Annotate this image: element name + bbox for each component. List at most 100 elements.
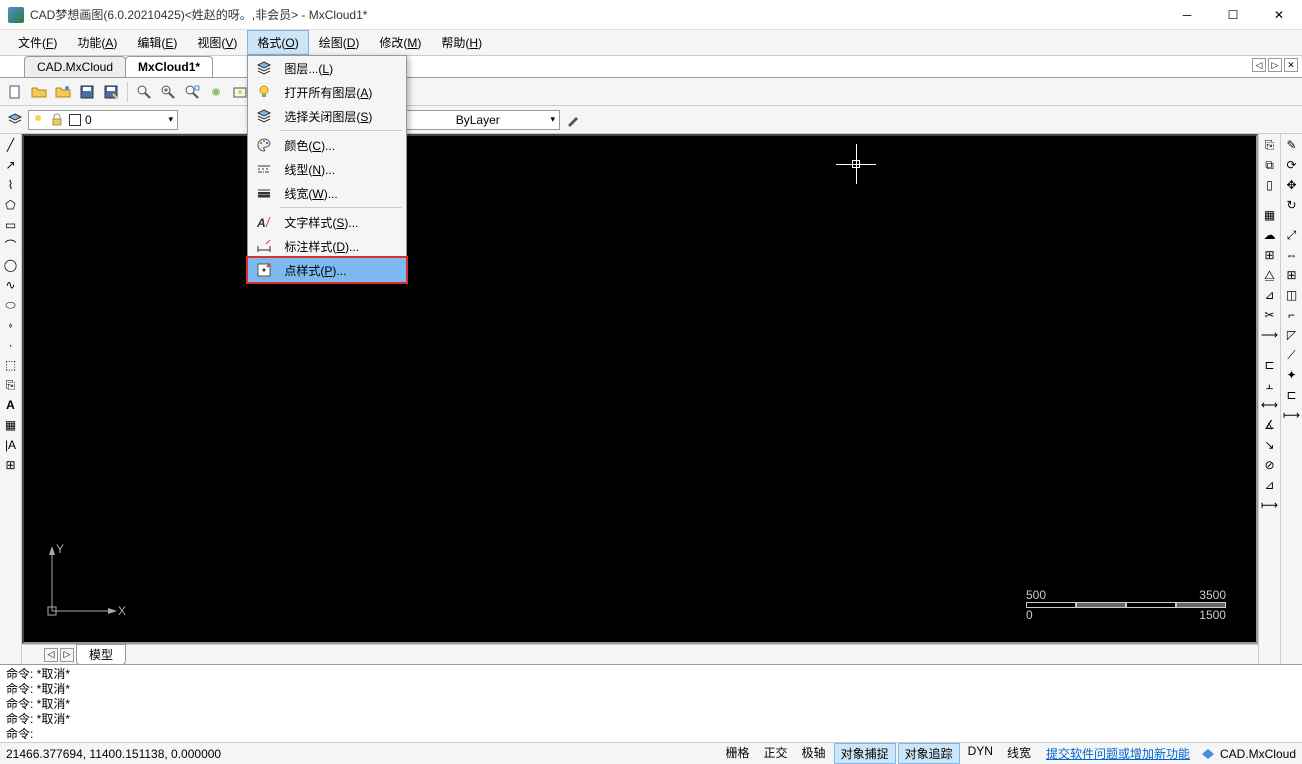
trim2-tool[interactable]: ⟋ bbox=[1283, 346, 1301, 364]
feedback-link[interactable]: 提交软件问题或增加新功能 bbox=[1046, 745, 1190, 762]
layout-next-button[interactable]: ▷ bbox=[60, 648, 74, 662]
move-tool[interactable]: ✥ bbox=[1283, 176, 1301, 194]
grid-tool[interactable]: ▦ bbox=[1261, 206, 1279, 224]
doc-tab[interactable]: MxCloud1* bbox=[125, 56, 213, 77]
dim-lin-tool[interactable]: ⟷ bbox=[1261, 396, 1279, 414]
menu-功能[interactable]: 功能(A) bbox=[67, 30, 127, 55]
copy2-tool[interactable]: ⧉ bbox=[1261, 156, 1279, 174]
new-file-button[interactable] bbox=[4, 81, 26, 103]
mirror2-tool[interactable]: ◫ bbox=[1283, 286, 1301, 304]
menu-绘图[interactable]: 绘图(D) bbox=[309, 30, 370, 55]
erase-tool[interactable]: ✎ bbox=[1283, 136, 1301, 154]
snap-对象追踪[interactable]: 对象追踪 bbox=[898, 743, 960, 764]
menu-帮助[interactable]: 帮助(H) bbox=[431, 30, 492, 55]
arc-tool[interactable]: ⌒ bbox=[2, 236, 20, 254]
text-tool[interactable]: A bbox=[2, 396, 20, 414]
extend-tool[interactable]: ⟶ bbox=[1261, 326, 1279, 344]
dim-ang-tool[interactable]: ∡ bbox=[1261, 416, 1279, 434]
pan-button[interactable] bbox=[205, 81, 227, 103]
layout-prev-button[interactable]: ◁ bbox=[44, 648, 58, 662]
fillet-tool[interactable]: ⌐ bbox=[1283, 306, 1301, 324]
layer-manager-button[interactable] bbox=[4, 109, 26, 131]
snap-DYN[interactable]: DYN bbox=[962, 743, 999, 764]
menu-编辑[interactable]: 编辑(E) bbox=[127, 30, 187, 55]
layer-combo[interactable]: 0 ▾ bbox=[28, 110, 178, 130]
trim-tool[interactable]: ✂ bbox=[1261, 306, 1279, 324]
zoom-in-button[interactable] bbox=[157, 81, 179, 103]
minimize-button[interactable]: ─ bbox=[1164, 0, 1210, 30]
tab-prev-button[interactable]: ◁ bbox=[1252, 58, 1266, 72]
mtext-tool[interactable]: |A bbox=[2, 436, 20, 454]
menu-视图[interactable]: 视图(V) bbox=[187, 30, 247, 55]
menu-item-point[interactable]: 点样式(P)... bbox=[246, 256, 408, 284]
table-tool[interactable]: ⊞ bbox=[2, 456, 20, 474]
leader-tool[interactable]: ↘ bbox=[1261, 436, 1279, 454]
ellipse-tool[interactable]: ⬭ bbox=[2, 296, 20, 314]
cloud-tool[interactable]: ☁ bbox=[1261, 226, 1279, 244]
ellipse-arc-tool[interactable]: ⬫ bbox=[2, 316, 20, 334]
snap-栅格[interactable]: 栅格 bbox=[720, 743, 756, 764]
model-tab[interactable]: 模型 bbox=[76, 644, 126, 665]
copy-tool[interactable]: ⎘ bbox=[1261, 136, 1279, 154]
open-file-button[interactable] bbox=[28, 81, 50, 103]
lengthen-tool[interactable]: ⟼ bbox=[1283, 406, 1301, 424]
offset-tool[interactable]: ⊿ bbox=[1261, 286, 1279, 304]
dim-rad-tool[interactable]: ⊘ bbox=[1261, 456, 1279, 474]
array-tool[interactable]: ⊞ bbox=[1283, 266, 1301, 284]
paste-tool[interactable]: ▯ bbox=[1261, 176, 1279, 194]
snap-线宽[interactable]: 线宽 bbox=[1001, 743, 1037, 764]
polygon-tool[interactable]: ⬠ bbox=[2, 196, 20, 214]
linetype-combo[interactable]: ByLayer ▾ bbox=[400, 110, 560, 130]
xline-tool[interactable]: ↗ bbox=[2, 156, 20, 174]
menu-item-layers[interactable]: 图层...(L) bbox=[248, 56, 406, 80]
menu-item-linetype[interactable]: 线型(N)... bbox=[248, 157, 406, 181]
spline-tool[interactable]: ∿ bbox=[2, 276, 20, 294]
tab-close-button[interactable]: ✕ bbox=[1284, 58, 1298, 72]
save-button[interactable] bbox=[76, 81, 98, 103]
join-tool[interactable]: ⫠ bbox=[1261, 376, 1279, 394]
menu-item-palette[interactable]: 颜色(C)... bbox=[248, 133, 406, 157]
menu-item-textA[interactable]: A文字样式(S)... bbox=[248, 210, 406, 234]
close-button[interactable]: ✕ bbox=[1256, 0, 1302, 30]
line-tool[interactable]: ╱ bbox=[2, 136, 20, 154]
maximize-button[interactable]: ☐ bbox=[1210, 0, 1256, 30]
menu-文件[interactable]: 文件(F) bbox=[8, 30, 67, 55]
doc-tab[interactable]: CAD.MxCloud bbox=[24, 56, 126, 77]
menu-修改[interactable]: 修改(M) bbox=[369, 30, 431, 55]
break-tool[interactable]: ⊏ bbox=[1261, 356, 1279, 374]
insert-tool[interactable]: ⎘ bbox=[2, 376, 20, 394]
tab-next-button[interactable]: ▷ bbox=[1268, 58, 1282, 72]
hatch-tool[interactable]: ▦ bbox=[2, 416, 20, 434]
measure-tool[interactable]: ⟼ bbox=[1261, 496, 1279, 514]
zoom-extents-button[interactable] bbox=[181, 81, 203, 103]
rotate-tool[interactable]: ↻ bbox=[1283, 196, 1301, 214]
pline-tool[interactable]: ⌇ bbox=[2, 176, 20, 194]
chamfer-tool[interactable]: ◸ bbox=[1283, 326, 1301, 344]
mirror-tool[interactable]: ⧋ bbox=[1261, 266, 1279, 284]
brush-button[interactable] bbox=[562, 109, 584, 131]
point-tool[interactable]: · bbox=[2, 336, 20, 354]
menu-item-bulb[interactable]: 打开所有图层(A) bbox=[248, 80, 406, 104]
menu-格式[interactable]: 格式(O)图层...(L)打开所有图层(A)选择关闭图层(S)颜色(C)...线… bbox=[247, 30, 308, 55]
dim-dia-tool[interactable]: ⊿ bbox=[1261, 476, 1279, 494]
menu-item-linewt[interactable]: 线宽(W)... bbox=[248, 181, 406, 205]
rect-tool[interactable]: ▭ bbox=[2, 216, 20, 234]
block-tool[interactable]: ⬚ bbox=[2, 356, 20, 374]
snap-对象捕捉[interactable]: 对象捕捉 bbox=[834, 743, 896, 764]
snap-正交[interactable]: 正交 bbox=[758, 743, 794, 764]
explode-tool[interactable]: ✦ bbox=[1283, 366, 1301, 384]
command-window[interactable]: 命令: *取消*命令: *取消*命令: *取消*命令: *取消*命令: bbox=[0, 664, 1302, 742]
menu-item-dim[interactable]: 标注样式(D)... bbox=[248, 234, 406, 258]
grid2-tool[interactable]: ⊞ bbox=[1261, 246, 1279, 264]
drawing-canvas[interactable]: Y X 5003500 01500 bbox=[22, 134, 1258, 644]
stretch-tool[interactable]: ⇔ bbox=[1283, 246, 1301, 264]
scale-tool[interactable]: ⤢ bbox=[1283, 226, 1301, 244]
open-cloud-button[interactable] bbox=[52, 81, 74, 103]
zoom-window-button[interactable] bbox=[133, 81, 155, 103]
save-as-button[interactable] bbox=[100, 81, 122, 103]
copyclip-tool[interactable]: ⟳ bbox=[1283, 156, 1301, 174]
align-tool[interactable]: ⊏ bbox=[1283, 386, 1301, 404]
circle-tool[interactable]: ◯ bbox=[2, 256, 20, 274]
snap-极轴[interactable]: 极轴 bbox=[796, 743, 832, 764]
menu-item-layers[interactable]: 选择关闭图层(S) bbox=[248, 104, 406, 128]
